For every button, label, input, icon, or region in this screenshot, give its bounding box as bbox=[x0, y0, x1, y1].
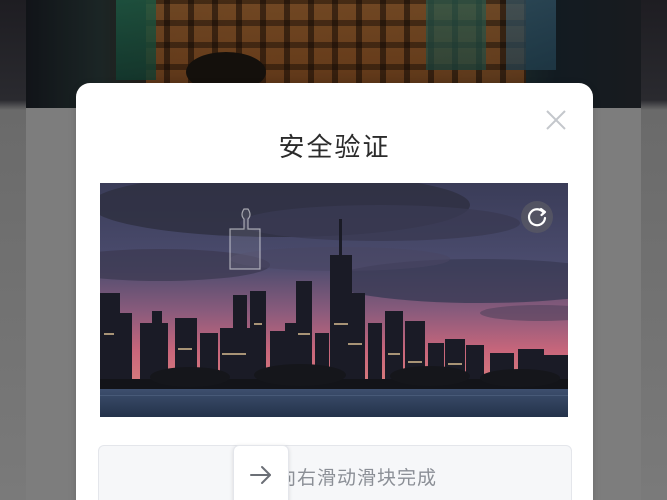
city-skyline-image bbox=[100, 183, 568, 417]
slider-handle[interactable] bbox=[233, 445, 289, 500]
slider-hint-text: 向右滑动滑块完成 bbox=[277, 467, 438, 489]
puzzle-image bbox=[100, 183, 568, 417]
page-edge-right bbox=[641, 0, 667, 500]
refresh-icon bbox=[521, 201, 553, 233]
refresh-button[interactable] bbox=[521, 201, 553, 233]
page-edge-left bbox=[0, 0, 26, 500]
dialog-title: 安全验证 bbox=[278, 133, 391, 163]
slider-track[interactable]: 向右滑动滑块完成 bbox=[98, 445, 572, 500]
close-icon bbox=[545, 109, 567, 131]
close-button[interactable] bbox=[545, 109, 567, 131]
puzzle-piece-slot bbox=[226, 207, 264, 277]
security-verification-dialog: 安全验证 向右滑动滑块完成 bbox=[76, 83, 593, 500]
screen: 安全验证 向右滑动滑块完成 bbox=[0, 0, 667, 500]
